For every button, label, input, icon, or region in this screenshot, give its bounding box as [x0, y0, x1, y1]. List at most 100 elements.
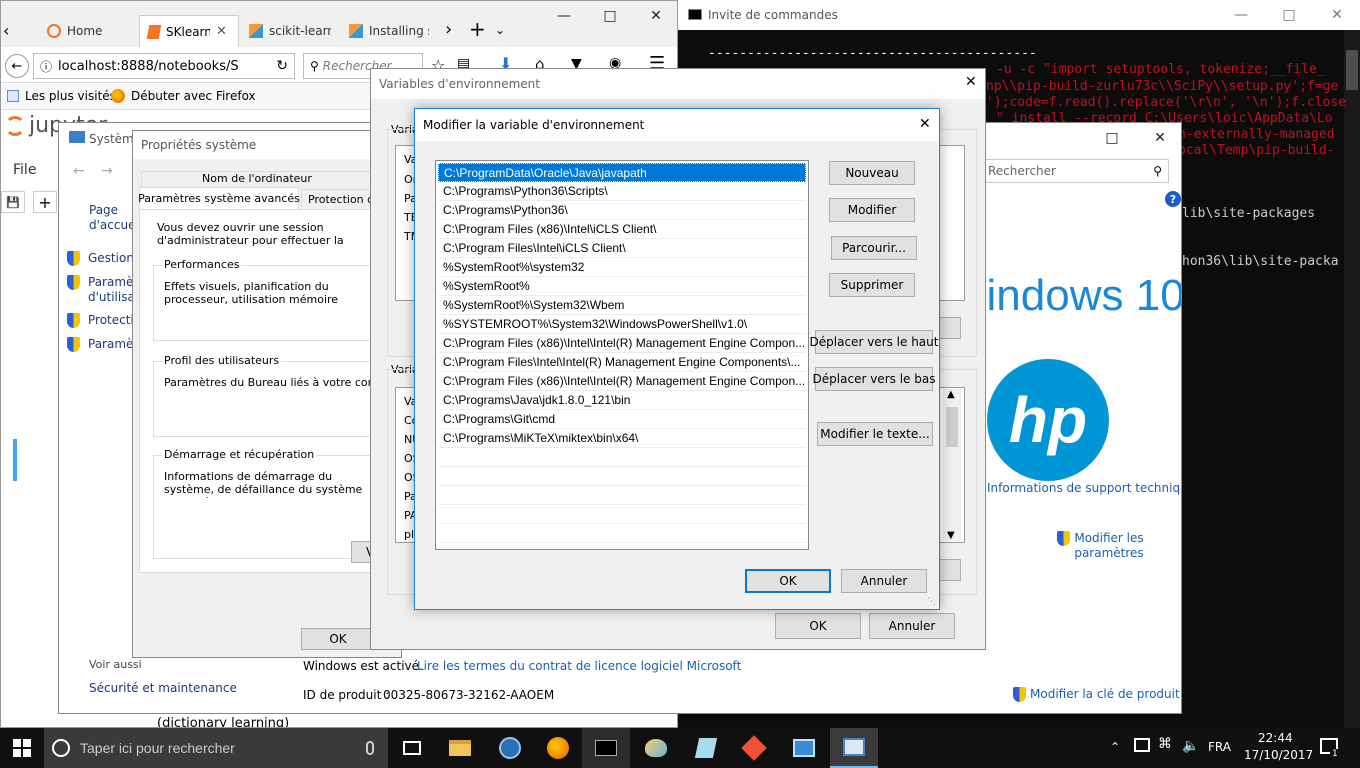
clock-date[interactable]: 17/10/2017: [1244, 748, 1313, 762]
license-link[interactable]: Lire les termes du contrat de licence lo…: [417, 659, 741, 673]
scroll-tabs-right-icon[interactable]: ›: [445, 19, 452, 40]
list-item[interactable]: C:\Program Files\Intel\iCLS Client\: [438, 239, 806, 258]
network-icon[interactable]: [1134, 738, 1150, 752]
edit-button[interactable]: Modifier: [829, 198, 915, 222]
list-item[interactable]: C:\Programs\Java\jdk1.8.0_121\bin: [438, 391, 806, 410]
maximize-icon[interactable]: □: [1266, 0, 1312, 30]
list-item[interactable]: C:\Program Files (x86)\Intel\iCLS Client…: [438, 220, 806, 239]
move-up-button[interactable]: Déplacer vers le haut: [810, 330, 938, 354]
add-cell-icon[interactable]: +: [33, 191, 57, 213]
move-down-button[interactable]: Déplacer vers le bas: [813, 367, 935, 391]
close-icon[interactable]: ✕: [633, 1, 677, 31]
volume-icon[interactable]: 🔈: [1182, 738, 1199, 754]
chevron-up-icon[interactable]: ▲: [947, 389, 955, 400]
list-item[interactable]: %SystemRoot%: [438, 277, 806, 296]
cmd-scroll-thumb[interactable]: [1346, 50, 1358, 90]
new-tab-button[interactable]: +: [469, 17, 486, 41]
search-field[interactable]: Rechercher ⚲: [981, 159, 1169, 183]
modify-params-link[interactable]: Modifier les paramètres: [1057, 531, 1144, 561]
bookmark-firefox[interactable]: Débuter avec Firefox: [111, 89, 256, 103]
chevron-down-icon[interactable]: ⌄: [495, 23, 505, 37]
microphone-icon[interactable]: [366, 741, 374, 755]
list-item[interactable]: C:\ProgramData\Oracle\Java\javapath: [438, 163, 806, 182]
cancel-button[interactable]: Annuler: [869, 613, 955, 639]
new-button[interactable]: Nouveau: [829, 161, 915, 185]
system-properties-icon[interactable]: [830, 728, 878, 768]
reload-icon[interactable]: ↻: [276, 58, 288, 74]
close-icon[interactable]: ✕: [1314, 0, 1360, 30]
edit-text-button[interactable]: Modifier le texte...: [817, 422, 933, 446]
modify-key-link[interactable]: Modifier la clé de produit: [1013, 687, 1180, 702]
ok-button[interactable]: OK: [301, 628, 375, 650]
taskbar-search[interactable]: Taper ici pour rechercher: [44, 728, 388, 768]
list-item[interactable]: C:\Program Files (x86)\Intel\Intel(R) Ma…: [438, 334, 806, 353]
sidebar-item-remote[interactable]: Paramètres d'utilisation à distance: [67, 275, 136, 305]
sidebar-item-protection[interactable]: Protection du système: [67, 313, 134, 328]
menu-file[interactable]: File: [13, 162, 36, 178]
clock-time[interactable]: 22:44: [1258, 731, 1293, 745]
tab-installing[interactable]: Installing s: [341, 17, 437, 45]
back-button[interactable]: ←: [5, 54, 29, 78]
empty-row[interactable]: [438, 448, 806, 467]
cmd-icon[interactable]: [582, 728, 630, 768]
firefox-icon[interactable]: [534, 728, 582, 768]
empty-row[interactable]: [438, 486, 806, 505]
close-icon[interactable]: ✕: [216, 24, 227, 39]
list-item[interactable]: C:\Programs\Python36\: [438, 201, 806, 220]
notes-app-icon[interactable]: [682, 728, 730, 768]
close-icon[interactable]: ✕: [965, 74, 977, 90]
maximize-icon[interactable]: □: [587, 1, 633, 31]
list-item[interactable]: C:\Program Files\Intel\Intel(R) Manageme…: [438, 353, 806, 372]
save-icon[interactable]: 💾: [1, 191, 25, 213]
bookmark-most-visited[interactable]: Les plus visités: [7, 89, 116, 103]
git-icon[interactable]: [730, 728, 778, 768]
resize-grip[interactable]: ⋱: [927, 597, 936, 607]
language-indicator[interactable]: FRA: [1208, 740, 1231, 754]
delete-button[interactable]: Supprimer: [829, 273, 915, 297]
help-icon[interactable]: ?: [1165, 191, 1181, 207]
list-item[interactable]: C:\Programs\MiKTeX\miktex\bin\x64\: [438, 429, 806, 448]
maximize-icon[interactable]: □: [1089, 123, 1135, 153]
minimize-icon[interactable]: —: [541, 1, 587, 31]
url-bar[interactable]: ⓘ localhost:8888/notebooks/SK ↻: [33, 53, 295, 79]
mail-app-icon[interactable]: [486, 728, 534, 768]
close-icon[interactable]: ✕: [1137, 123, 1181, 153]
sidebar-item-devices[interactable]: Gestionnaire de périphériques: [67, 251, 134, 266]
cmd-scrollbar[interactable]: [1344, 30, 1360, 728]
list-item[interactable]: %SYSTEMROOT%\System32\WindowsPowerShell\…: [438, 315, 806, 334]
back-arrow-icon[interactable]: ←: [73, 163, 85, 179]
back-tabs-arrow[interactable]: ‹: [3, 21, 21, 40]
empty-row[interactable]: [438, 524, 806, 543]
scroll-thumb[interactable]: [946, 407, 958, 447]
sidebar-item-advanced[interactable]: Paramètres système avancés: [67, 337, 134, 352]
task-view-icon[interactable]: [388, 728, 436, 768]
wifi-icon[interactable]: ⌘: [1158, 736, 1172, 752]
support-info-link[interactable]: Informations de support technique: [987, 481, 1181, 495]
list-item[interactable]: C:\Programs\Git\cmd: [438, 410, 806, 429]
list-item[interactable]: %SystemRoot%\system32: [438, 258, 806, 277]
chevron-down-icon[interactable]: ▼: [947, 530, 955, 541]
list-item[interactable]: C:\Program Files (x86)\Intel\Intel(R) Ma…: [438, 372, 806, 391]
close-icon[interactable]: ✕: [919, 116, 931, 132]
start-icon[interactable]: [0, 728, 44, 768]
ok-button[interactable]: OK: [745, 569, 831, 593]
empty-row[interactable]: [438, 505, 806, 524]
tab-home[interactable]: Home: [37, 17, 137, 45]
control-panel-icon[interactable]: [780, 728, 828, 768]
paint-icon[interactable]: [632, 728, 680, 768]
chevron-up-icon[interactable]: ⌃: [1110, 740, 1120, 754]
tab-sklearn[interactable]: SKlearn ✕: [139, 15, 239, 47]
file-explorer-icon[interactable]: [436, 728, 484, 768]
empty-row[interactable]: [438, 467, 806, 486]
browse-button[interactable]: Parcourir...: [831, 236, 917, 260]
ok-button[interactable]: OK: [775, 613, 861, 639]
path-list[interactable]: C:\ProgramData\Oracle\Java\javapath C:\P…: [435, 160, 809, 550]
security-link[interactable]: Sécurité et maintenance: [89, 681, 237, 695]
minimize-icon[interactable]: —: [1218, 0, 1264, 30]
list-item[interactable]: %SystemRoot%\System32\Wbem: [438, 296, 806, 315]
tab-advanced[interactable]: Paramètres système avancés: [138, 187, 300, 209]
forward-arrow-icon[interactable]: →: [101, 163, 113, 179]
sys-vars-scrollbar[interactable]: ▲ ▼: [943, 389, 961, 541]
cancel-button[interactable]: Annuler: [841, 569, 927, 593]
list-item[interactable]: C:\Programs\Python36\Scripts\: [438, 182, 806, 201]
